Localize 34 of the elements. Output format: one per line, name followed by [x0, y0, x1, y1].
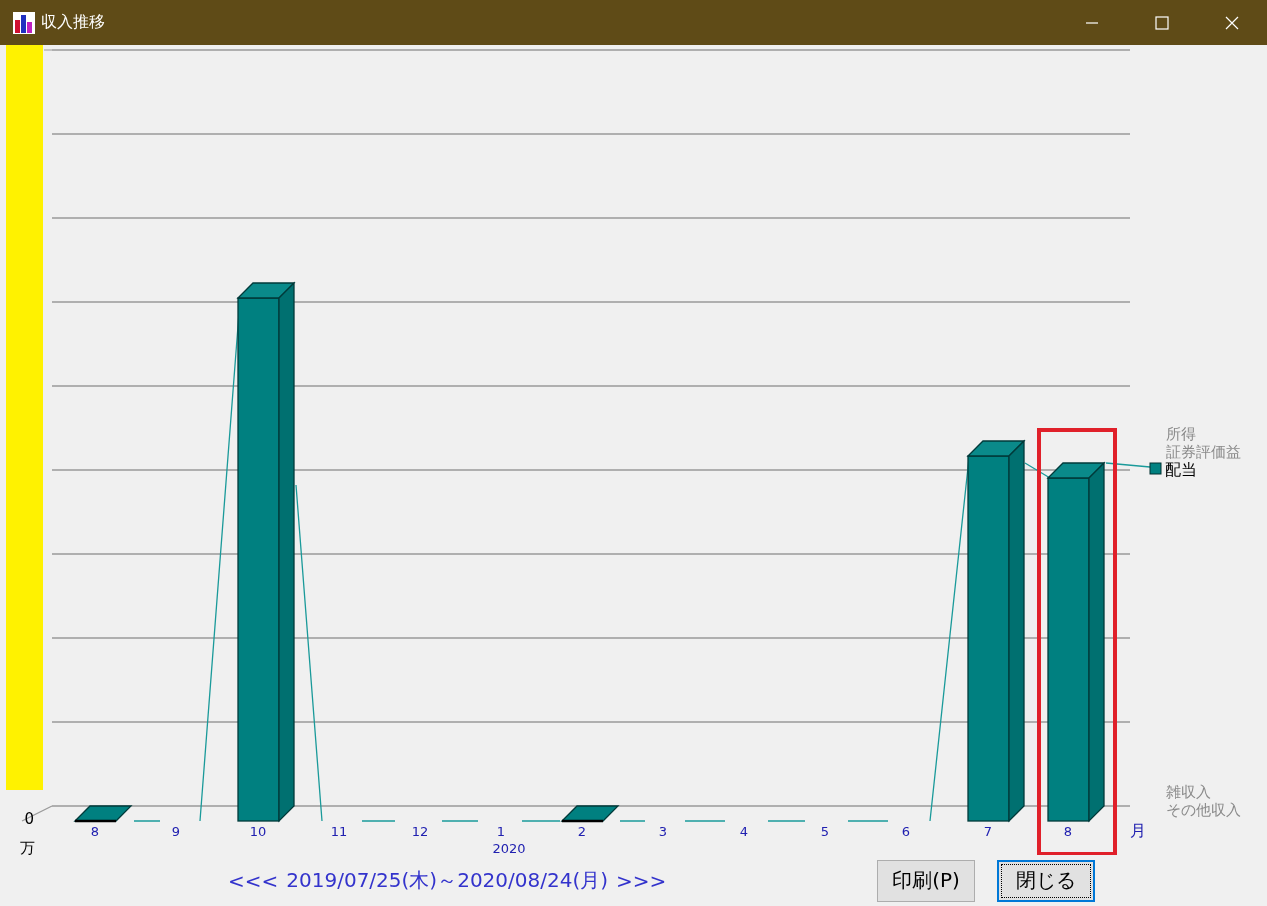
legend-label: 所得: [1166, 425, 1196, 443]
next-link[interactable]: >>>: [616, 868, 667, 893]
axis-label: 4: [739, 824, 749, 839]
legend-label: 雑収入: [1166, 783, 1211, 801]
axis-label: 11: [330, 824, 348, 839]
axis-label: 12: [411, 824, 429, 839]
bar: [73, 805, 133, 823]
bar: [560, 805, 620, 823]
axis-label: 1: [496, 824, 506, 839]
axis-unit: 万: [19, 839, 35, 855]
axis-label: 6: [901, 824, 911, 839]
bar-chart-icon: [13, 11, 35, 34]
previous-link[interactable]: <<<: [228, 868, 279, 893]
dialog-button[interactable]: 印刷(P): [877, 859, 975, 902]
axis-label: 5: [820, 824, 830, 839]
axis-label: 0: [24, 810, 34, 828]
minimize-icon: [1085, 21, 1099, 24]
close-icon: [1225, 15, 1239, 30]
axis-label: 8: [90, 824, 100, 839]
axis-label: 9: [171, 824, 181, 839]
axis-label: 2: [577, 824, 587, 839]
date-range: 2019/07/25(木)～2020/08/24(月): [286, 867, 609, 894]
axis-label: 3: [658, 824, 668, 839]
window-title: 収入推移: [41, 12, 105, 33]
legend-label: 配当: [1165, 460, 1197, 479]
axis-label: 10: [249, 824, 267, 839]
axis-label: 8: [1063, 824, 1073, 839]
dialog-button[interactable]: 閉じる: [997, 859, 1095, 902]
axis-unit: 月: [1130, 821, 1146, 840]
year-label: 2020: [492, 841, 526, 855]
maximize-icon: [1155, 15, 1169, 30]
legend-label: その他収入: [1166, 801, 1241, 819]
legend-label: 証券評価益: [1166, 443, 1241, 461]
axis-label: 7: [983, 824, 993, 839]
